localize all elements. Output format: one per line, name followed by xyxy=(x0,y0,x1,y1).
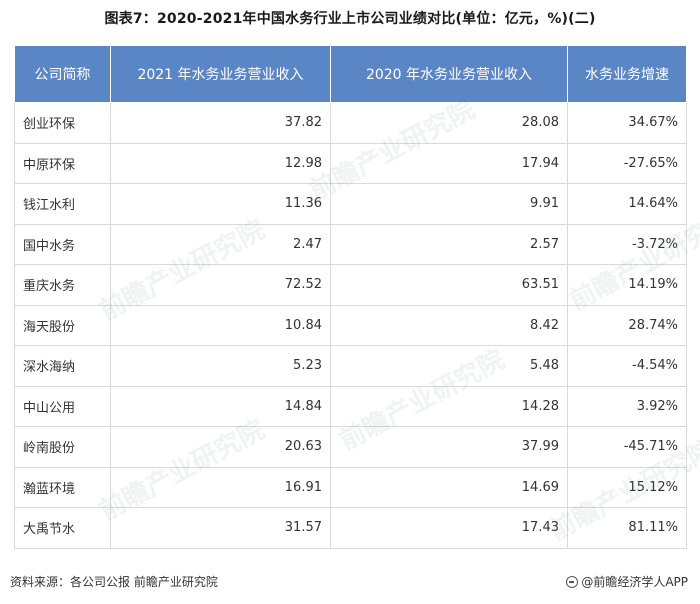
revenue-2021-cell: 37.82 xyxy=(110,102,331,144)
company-name-cell: 创业环保 xyxy=(14,102,111,144)
revenue-2021-cell: 72.52 xyxy=(110,264,331,306)
revenue-2021-cell: 10.84 xyxy=(110,304,331,346)
growth-rate-cell: -45.71% xyxy=(567,426,687,468)
header-row: 公司简称 2021 年水务业务营业收入 2020 年水务业务营业收入 水务业务增… xyxy=(14,45,687,103)
table-row: 创业环保 37.82 28.08 34.67% xyxy=(14,102,687,144)
table-row: 海天股份 10.84 8.42 28.74% xyxy=(14,304,687,346)
company-name-cell: 重庆水务 xyxy=(14,264,111,306)
growth-rate-cell: 14.19% xyxy=(567,264,687,306)
brand-credit-text: @前瞻经济学人APP xyxy=(581,575,688,589)
growth-rate-cell: -3.72% xyxy=(567,223,687,265)
table-row: 岭南股份 20.63 37.99 -45.71% xyxy=(14,426,687,468)
company-name-cell: 钱江水利 xyxy=(14,183,111,225)
table-row: 中山公用 14.84 14.28 3.92% xyxy=(14,385,687,427)
revenue-2021-cell: 5.23 xyxy=(110,345,331,387)
growth-rate-cell: 15.12% xyxy=(567,466,687,508)
company-name-cell: 中原环保 xyxy=(14,142,111,184)
revenue-2020-cell: 14.28 xyxy=(330,385,568,427)
revenue-2020-cell: 8.42 xyxy=(330,304,568,346)
revenue-2020-cell: 17.43 xyxy=(330,507,568,549)
growth-rate-cell: -27.65% xyxy=(567,142,687,184)
growth-rate-cell: -4.54% xyxy=(567,345,687,387)
column-header-growth: 水务业务增速 xyxy=(567,45,687,103)
revenue-2020-cell: 37.99 xyxy=(330,426,568,468)
table-row: 瀚蓝环境 16.91 14.69 15.12% xyxy=(14,466,687,508)
revenue-2021-cell: 2.47 xyxy=(110,223,331,265)
growth-rate-cell: 28.74% xyxy=(567,304,687,346)
qianzhan-logo-icon xyxy=(566,575,579,588)
revenue-2020-cell: 28.08 xyxy=(330,102,568,144)
brand-credit: @前瞻经济学人APP xyxy=(566,573,688,590)
column-header-revenue-2020: 2020 年水务业务营业收入 xyxy=(330,45,568,103)
table-row: 国中水务 2.47 2.57 -3.72% xyxy=(14,223,687,265)
revenue-2021-cell: 16.91 xyxy=(110,466,331,508)
column-header-revenue-2021: 2021 年水务业务营业收入 xyxy=(110,45,331,103)
company-name-cell: 瀚蓝环境 xyxy=(14,466,111,508)
table-row: 钱江水利 11.36 9.91 14.64% xyxy=(14,183,687,225)
revenue-2020-cell: 14.69 xyxy=(330,466,568,508)
table-row: 深水海纳 5.23 5.48 -4.54% xyxy=(14,345,687,387)
revenue-2021-cell: 20.63 xyxy=(110,426,331,468)
revenue-2020-cell: 9.91 xyxy=(330,183,568,225)
column-header-company: 公司简称 xyxy=(14,45,111,103)
source-note: 资料来源：各公司公报 前瞻产业研究院 xyxy=(10,575,218,589)
revenue-2020-cell: 17.94 xyxy=(330,142,568,184)
company-name-cell: 国中水务 xyxy=(14,223,111,265)
company-name-cell: 中山公用 xyxy=(14,385,111,427)
growth-rate-cell: 81.11% xyxy=(567,507,687,549)
revenue-2021-cell: 14.84 xyxy=(110,385,331,427)
revenue-2020-cell: 2.57 xyxy=(330,223,568,265)
revenue-2021-cell: 11.36 xyxy=(110,183,331,225)
revenue-2021-cell: 12.98 xyxy=(110,142,331,184)
company-name-cell: 海天股份 xyxy=(14,304,111,346)
growth-rate-cell: 34.67% xyxy=(567,102,687,144)
data-table: 公司简称 2021 年水务业务营业收入 2020 年水务业务营业收入 水务业务增… xyxy=(14,45,687,549)
growth-rate-cell: 14.64% xyxy=(567,183,687,225)
table-row: 重庆水务 72.52 63.51 14.19% xyxy=(14,264,687,306)
company-name-cell: 深水海纳 xyxy=(14,345,111,387)
revenue-2021-cell: 31.57 xyxy=(110,507,331,549)
chart-title: 图表7：2020-2021年中国水务行业上市公司业绩对比(单位：亿元，%)(二) xyxy=(104,11,596,27)
table-row: 大禹节水 31.57 17.43 81.11% xyxy=(14,507,687,549)
table-row: 中原环保 12.98 17.94 -27.65% xyxy=(14,142,687,184)
company-name-cell: 大禹节水 xyxy=(14,507,111,549)
revenue-2020-cell: 5.48 xyxy=(330,345,568,387)
revenue-2020-cell: 63.51 xyxy=(330,264,568,306)
growth-rate-cell: 3.92% xyxy=(567,385,687,427)
company-name-cell: 岭南股份 xyxy=(14,426,111,468)
